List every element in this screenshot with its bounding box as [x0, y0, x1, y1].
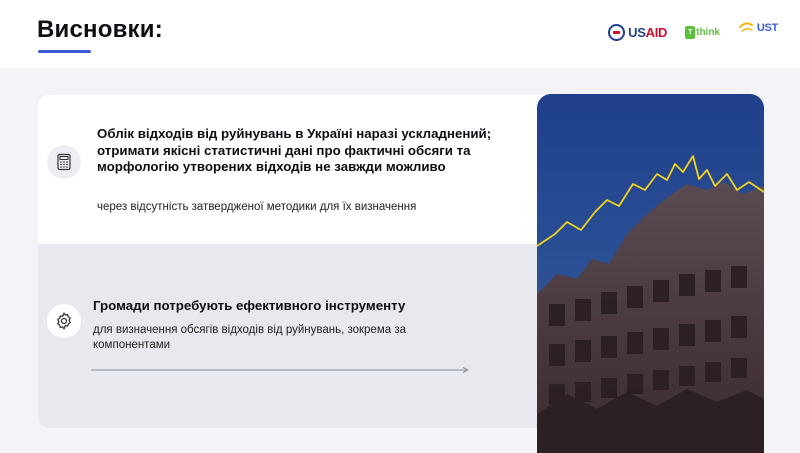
conclusion-card-2: Громади потребують ефективного інструмен… — [38, 244, 548, 428]
title-underline — [38, 50, 91, 53]
arrow-right-icon — [91, 367, 470, 373]
conclusion-2-detail: для визначення обсягів відходів від руйн… — [93, 324, 406, 351]
conclusion-1-headline: Облік відходів від руйнувань в Україні н… — [97, 126, 492, 174]
think-badge-icon: T — [685, 25, 696, 39]
think-word: think — [696, 26, 720, 38]
destroyed-building-photo — [537, 94, 764, 453]
calculator-icon — [47, 145, 81, 179]
conclusion-1-detail: через відсутність затвердженої методики … — [97, 201, 417, 213]
think-logo: T think — [685, 25, 720, 39]
conclusion-2-headline: Громади потребують ефективного інструмен… — [93, 298, 406, 313]
header: Висновки: USAID T think UST — [0, 0, 800, 68]
partner-logos: USAID T think UST — [608, 17, 778, 47]
page-title: Висновки: — [37, 16, 163, 43]
ust-word: UST — [756, 22, 778, 34]
usaid-seal-icon — [608, 23, 626, 41]
gear-icon — [47, 304, 81, 338]
destroyed-building-image — [537, 94, 764, 453]
usaid-us: US — [628, 24, 646, 40]
ust-logo: UST — [738, 19, 778, 45]
conclusion-card-1: Облік відходів від руйнувань в Україні н… — [38, 95, 548, 245]
usaid-logo: USAID — [608, 23, 668, 41]
usaid-aid: AID — [645, 24, 668, 40]
